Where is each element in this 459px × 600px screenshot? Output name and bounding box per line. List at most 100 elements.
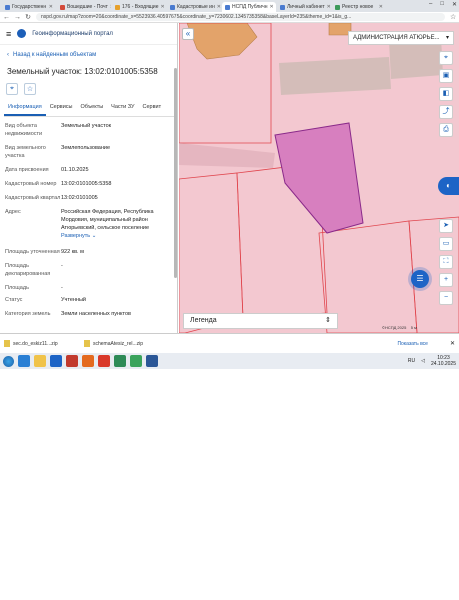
tab-objects[interactable]: Объекты [76,101,107,116]
share-icon[interactable]: ⤴ [439,105,453,119]
close-tab-icon[interactable]: ✕ [379,3,383,11]
property-row: Категория земель Земли населенных пунктов [5,311,131,317]
back-arrow-icon[interactable]: ← [3,14,10,21]
maximize-button[interactable]: □ [440,1,444,8]
browser-tab-active[interactable]: НСПД Публичн ✕ [222,2,276,12]
map-area[interactable]: « АДМИНИСТРАЦИЯ АТЮРЬЕ... ▾ ⌖ ▣ ◧ ⤴ ⎙ ◐ … [179,23,459,333]
window-controls: – □ ✕ [429,1,457,8]
folder-icon[interactable] [34,355,46,367]
chevron-down-icon: ▾ [445,35,449,41]
favicon-icon [225,4,230,10]
favicon-icon [60,4,65,10]
zoom-out-button[interactable]: − [439,291,453,305]
layers-icon[interactable]: ◧ [439,87,453,101]
object-info-panel: ≡ Геоинформационный портал ‹ Назад к най… [0,23,178,333]
tab-services[interactable]: Сервисы [46,101,77,116]
star-icon[interactable]: ☆ [450,13,456,21]
legend-dropdown[interactable]: Легенда ⇕ [183,313,338,329]
print-icon[interactable]: ⎙ [439,123,453,137]
property-row: Вид земельного участка Землепользование [5,145,111,159]
zip-file-icon [4,340,10,347]
downloads-bar: sec.do_eskiz11...zip schemaAtesiz_rel...… [0,333,459,353]
download-item[interactable]: schemaAtesiz_rel...zip [84,340,150,347]
portal-logo [17,29,27,38]
close-tab-icon[interactable]: ✕ [217,3,221,11]
menu-icon[interactable]: ≡ [6,29,11,39]
close-tab-icon[interactable]: ✕ [161,3,165,11]
parcel-outline [179,172,244,333]
panel-scrollbar[interactable] [174,68,177,278]
favicon-icon [5,4,10,10]
property-row: Площадь - [5,285,63,291]
map-toolbar: ⌖ ▣ ◧ ⤴ ⎙ [439,51,453,137]
zoom-in-button[interactable]: + [439,273,453,287]
support-chat-icon[interactable]: ◐ [438,177,459,195]
tab-parts[interactable]: Части ЗУ [107,101,138,116]
favicon-icon [170,4,175,10]
clock[interactable]: 10:23 24.10.2025 [431,355,456,367]
close-tab-icon[interactable]: ✕ [110,3,111,11]
map-copyright: ©НСПД 2025 5 м [382,325,417,330]
expand-address-link[interactable]: Развернуть ⌄ [61,232,173,240]
chrome-icon[interactable] [130,355,142,367]
show-all-downloads-link[interactable]: Показать все [397,341,428,347]
portal-title: Геоинформационный портал [32,30,113,37]
property-list: Вид объекта недвижимости Земельный участо… [5,122,173,322]
chevron-left-icon: ‹ [7,52,9,58]
reload-icon[interactable]: ↻ [25,13,31,21]
favicon-icon [280,4,285,10]
object-actions: ⌖ ☆ [6,83,36,95]
start-button[interactable] [3,355,14,367]
ie-icon[interactable] [18,355,30,367]
minimize-button[interactable]: – [429,1,432,8]
word-icon[interactable] [146,355,158,367]
star-icon[interactable]: ☆ [24,83,36,95]
favicon-icon [335,4,340,10]
navigation-icon[interactable]: ➤ [439,219,453,233]
browser-tab[interactable]: Личный кабинет ✕ [277,2,331,12]
language-indicator[interactable]: RU [408,358,415,364]
url-input[interactable]: nspd.gov.ru/map?zoom=20&coordinate_x=552… [36,13,445,21]
system-tray: RU ◁ 10:23 24.10.2025 [408,355,456,367]
download-item[interactable]: sec.do_eskiz11...zip [4,340,70,347]
close-tab-icon[interactable]: ✕ [269,3,273,11]
back-link[interactable]: ‹ Назад к найденным объектам [7,52,96,58]
windows-taskbar: RU ◁ 10:23 24.10.2025 [0,353,459,369]
property-row: Кадастровый квартал 13:02:0101005 [5,195,98,201]
crosshair-icon[interactable]: ⌖ [6,83,18,95]
volume-icon[interactable]: ◁ [421,358,425,364]
portal-header: ≡ Геоинформационный портал [0,23,177,45]
collapse-panel-button[interactable]: « [182,28,194,40]
yandex-icon[interactable] [66,355,78,367]
opera-icon[interactable] [98,355,110,367]
chevron-down-icon: ⌄ [91,233,97,239]
close-window-button[interactable]: ✕ [452,1,457,8]
measure-icon[interactable]: ▭ [439,237,453,251]
browser-tab[interactable]: Кадастровые ин ✕ [167,2,221,12]
firefox-icon[interactable] [82,355,94,367]
browser-tab[interactable]: Реестр новое ✕ [332,2,386,12]
fullscreen-icon[interactable]: ⛶ [439,255,453,269]
chat-icon[interactable]: ☰ [411,270,429,288]
close-tab-icon[interactable]: ✕ [49,3,53,11]
browser-tab[interactable]: 176 - Входящие ✕ [112,2,166,12]
building [279,57,391,95]
location-icon[interactable]: ⌖ [439,51,453,65]
tab-information[interactable]: Информация [4,101,46,116]
property-row: Статус Учтенный [5,297,86,303]
image-icon[interactable]: ▣ [439,69,453,83]
tab-servitudes[interactable]: Сервит [139,101,166,116]
close-icon[interactable]: ✕ [450,340,455,347]
property-row: Адрес Российская Федерация, Республика Мо… [5,208,173,248]
browser-tabbar: Государственн✕ Вошедшие - Почт✕ 176 - Вх… [0,0,459,12]
browser-tab[interactable]: Государственн ✕ [2,2,56,12]
media-player-icon[interactable] [50,355,62,367]
address-bar: ← → ↻ nspd.gov.ru/map?zoom=20&coordinate… [0,12,459,23]
selected-parcel[interactable] [274,122,364,234]
excel-icon[interactable] [114,355,126,367]
zip-file-icon [84,340,90,347]
forward-arrow-icon[interactable]: → [14,14,21,21]
close-tab-icon[interactable]: ✕ [327,3,331,11]
browser-tab[interactable]: Вошедшие - Почт✕ [57,2,111,12]
region-select[interactable]: АДМИНИСТРАЦИЯ АТЮРЬЕ... ▾ [348,31,454,45]
